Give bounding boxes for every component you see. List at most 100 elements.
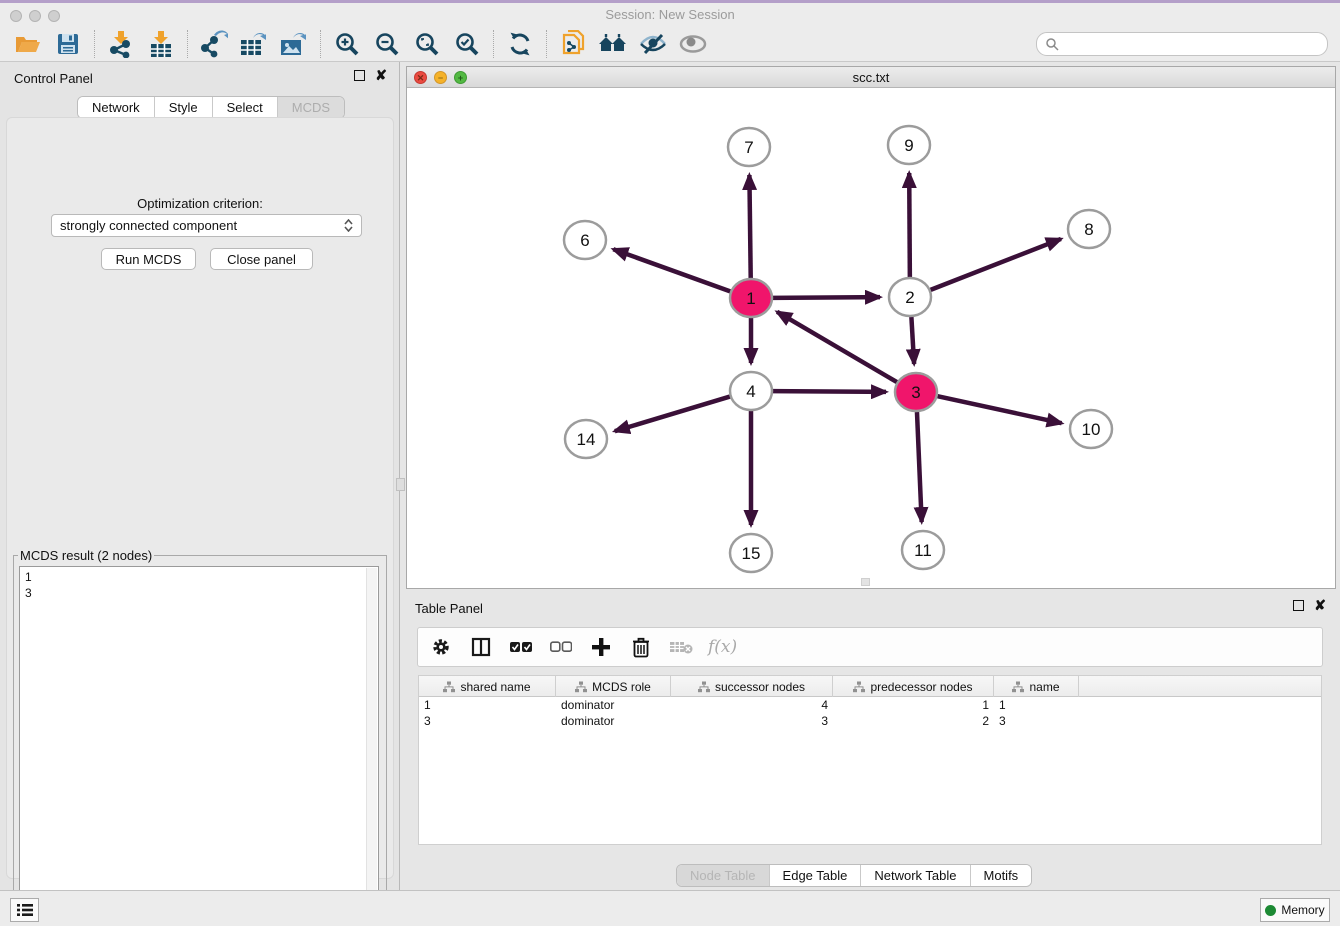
delete-column-button[interactable] [628,634,654,660]
zoom-out-button[interactable] [367,29,407,59]
select-all-button[interactable] [508,634,534,660]
edge-1-7[interactable] [749,175,750,278]
network-view-window: ✕ − + scc.txt 7 9 6 8 1 2 4 3 14 10 15 11 [406,66,1336,589]
node-3[interactable]: 3 [895,373,937,411]
node-11[interactable]: 11 [902,531,944,569]
zoom-selected-button[interactable] [447,29,487,59]
float-panel-icon[interactable] [354,70,365,81]
node-1[interactable]: 1 [730,279,772,317]
network-minimize-icon[interactable]: − [434,71,447,84]
table-cell[interactable]: 2 [833,713,994,729]
import-table-button[interactable] [141,29,181,59]
tab-style[interactable]: Style [155,97,213,118]
table-cell[interactable]: 3 [419,713,556,729]
network-window-titlebar[interactable]: ✕ − + scc.txt [407,67,1335,88]
window-close-icon[interactable] [10,10,22,22]
deselect-all-button[interactable] [548,634,574,660]
edge-2-8[interactable] [931,239,1061,290]
close-panel-icon[interactable]: ✘ [375,70,387,81]
edge-2-3[interactable] [911,317,914,364]
node-7[interactable]: 7 [728,128,770,166]
mcds-result-text[interactable]: 13 [19,566,379,918]
function-builder-button[interactable]: f(x) [708,634,737,660]
window-titlebar: Session: New Session [0,3,1340,27]
tab-network[interactable]: Network [78,97,155,118]
column-header-name[interactable]: name [994,676,1079,697]
network-window-resize-grip[interactable] [861,578,870,586]
column-header-successor-nodes[interactable]: successor nodes [671,676,833,697]
export-network-button[interactable] [194,29,234,59]
column-header-shared-name[interactable]: shared name [419,676,556,697]
table-cell[interactable]: 3 [994,713,1079,729]
save-session-button[interactable] [48,29,88,59]
search-input[interactable] [1064,34,1327,54]
export-image-button[interactable] [274,29,314,59]
edge-1-6[interactable] [613,249,730,291]
table-cell[interactable]: 1 [419,697,556,713]
edge-3-1[interactable] [777,312,897,382]
table-cell[interactable]: 4 [671,697,833,713]
criterion-dropdown[interactable]: strongly connected component [51,214,362,237]
table-cell[interactable]: dominator [556,713,671,729]
node-4[interactable]: 4 [730,372,772,410]
float-table-panel-icon[interactable] [1293,600,1304,611]
refresh-button[interactable] [500,29,540,59]
node-8[interactable]: 8 [1068,210,1110,248]
table-cell[interactable]: dominator [556,697,671,713]
node-6[interactable]: 6 [564,221,606,259]
column-header-MCDS-role[interactable]: MCDS role [556,676,671,697]
node-table[interactable]: shared nameMCDS rolesuccessor nodesprede… [418,675,1322,845]
tab-select[interactable]: Select [213,97,278,118]
tab-network-table[interactable]: Network Table [861,865,970,886]
show-columns-button[interactable] [468,634,494,660]
edge-4-3[interactable] [773,391,886,392]
edge-3-10[interactable] [938,396,1062,423]
svg-text:4: 4 [746,382,755,401]
node-2[interactable]: 2 [889,278,931,316]
home-button[interactable] [593,29,633,59]
column-header-predecessor-nodes[interactable]: predecessor nodes [833,676,994,697]
open-session-button[interactable] [8,29,48,59]
table-cell[interactable]: 3 [671,713,833,729]
node-10[interactable]: 10 [1070,410,1112,448]
create-column-button[interactable] [588,634,614,660]
task-history-button[interactable] [10,898,39,922]
tab-mcds[interactable]: MCDS [278,97,344,118]
result-scrollbar[interactable] [366,568,377,918]
edge-4-14[interactable] [615,397,730,432]
node-14[interactable]: 14 [565,420,607,458]
node-9[interactable]: 9 [888,126,930,164]
export-table-button[interactable] [234,29,274,59]
tab-motifs[interactable]: Motifs [971,865,1032,886]
tab-node-table[interactable]: Node Table [677,865,770,886]
table-cell[interactable]: 1 [833,697,994,713]
window-minimize-icon[interactable] [29,10,41,22]
panel-divider-grip[interactable] [396,478,405,491]
network-maximize-icon[interactable]: + [454,71,467,84]
table-cell[interactable]: 1 [994,697,1079,713]
zoom-in-button[interactable] [327,29,367,59]
edge-1-2[interactable] [773,297,880,298]
close-panel-button[interactable]: Close panel [210,248,313,270]
search-icon [1045,37,1059,51]
edge-2-9[interactable] [909,173,910,277]
import-network-button[interactable] [101,29,141,59]
run-mcds-button[interactable]: Run MCDS [101,248,196,270]
table-row[interactable]: 3dominator323 [419,713,1321,729]
window-zoom-icon[interactable] [48,10,60,22]
hide-panel-button[interactable] [633,29,673,59]
tab-edge-table[interactable]: Edge Table [770,865,862,886]
node-15[interactable]: 15 [730,534,772,572]
search-field[interactable] [1036,32,1328,56]
network-close-icon[interactable]: ✕ [414,71,427,84]
table-row[interactable]: 1dominator411 [419,697,1321,713]
show-panel-button[interactable] [673,29,713,59]
delete-table-button[interactable] [668,634,694,660]
edge-3-11[interactable] [917,412,922,522]
close-table-panel-icon[interactable]: ✘ [1314,600,1326,611]
memory-button[interactable]: Memory [1260,898,1330,922]
zoom-fit-button[interactable] [407,29,447,59]
table-settings-button[interactable] [428,634,454,660]
network-graph[interactable]: 7 9 6 8 1 2 4 3 14 10 15 11 [407,88,1335,588]
open-recent-network-button[interactable] [553,29,593,59]
